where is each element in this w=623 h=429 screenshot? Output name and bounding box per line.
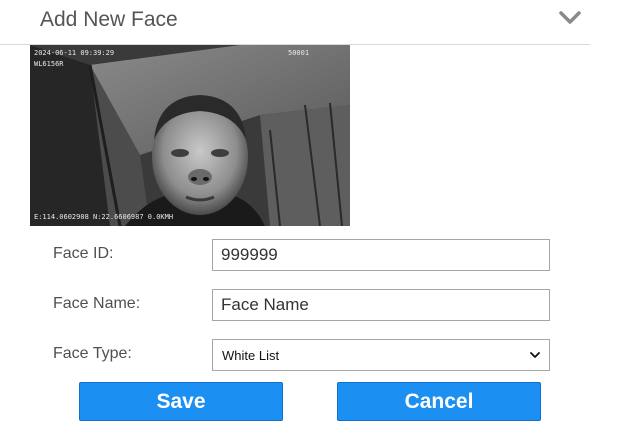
face-type-selected-value: White List [222, 347, 280, 363]
page-title: Add New Face [40, 8, 178, 31]
face-id-input[interactable] [213, 240, 549, 270]
snapshot-device: WL6156R [34, 60, 64, 68]
form-header[interactable]: Add New Face [0, 0, 590, 45]
face-id-field[interactable] [212, 239, 550, 271]
face-type-select[interactable]: White List [212, 339, 550, 371]
face-type-label: Face Type: [53, 345, 132, 362]
face-snapshot-image: 2024-06-11 09:39:29 50001 WL6156R E:114.… [30, 45, 350, 226]
face-name-label: Face Name: [53, 295, 141, 312]
snapshot-timestamp: 2024-06-11 09:39:29 [34, 49, 115, 57]
face-name-field[interactable] [212, 289, 550, 321]
face-name-input[interactable] [213, 290, 549, 320]
chevron-down-icon [530, 346, 540, 364]
cancel-button[interactable]: Cancel [337, 382, 541, 421]
face-id-label: Face ID: [53, 245, 114, 262]
chevron-down-icon[interactable] [557, 9, 583, 27]
snapshot-channel: 50001 [288, 49, 310, 57]
snapshot-coordinates: E:114.0602908 N:22.6606987 0.0KMH [34, 213, 174, 221]
save-button[interactable]: Save [79, 382, 283, 421]
